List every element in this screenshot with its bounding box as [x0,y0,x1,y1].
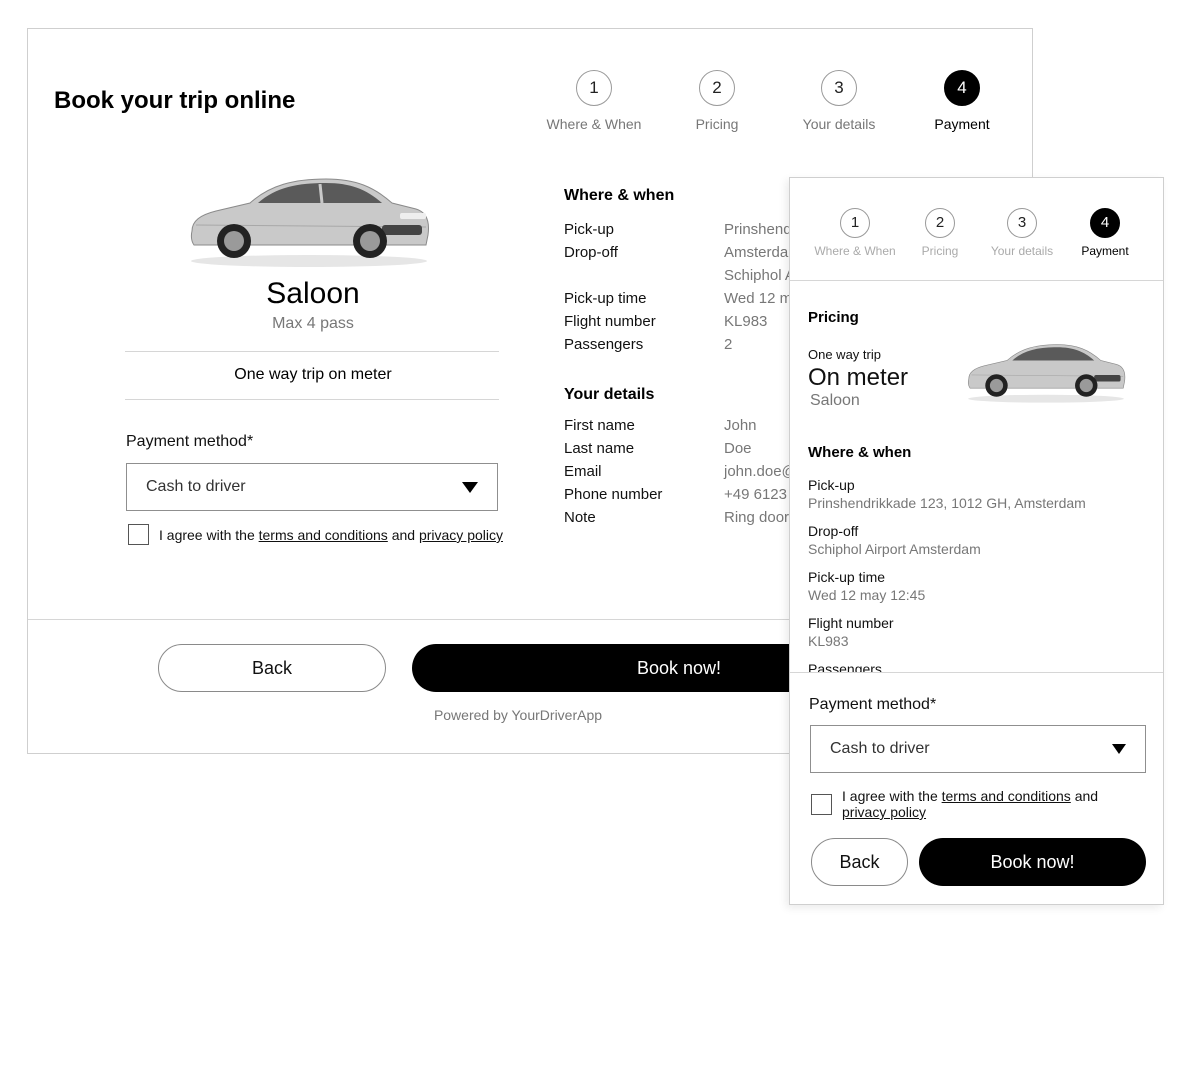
privacy-link[interactable]: privacy policy [842,804,926,820]
step-where-when[interactable]: 1 Where & When [810,208,900,258]
flight-number-value: KL983 [808,633,849,649]
passengers-label: Passengers [564,336,644,353]
agree-and: and [387,527,419,543]
pricing-heading: Pricing [808,309,859,326]
step-pricing[interactable]: 2 Pricing [677,70,757,132]
step-payment[interactable]: 4 Payment [922,70,1002,132]
back-button[interactable]: Back [811,838,908,886]
divider [790,280,1163,281]
pickup-label: Pick-up [808,477,855,493]
mobile-booking-card: 1 Where & When 2 Pricing 3 Your details … [789,177,1164,905]
step-label: Payment [934,116,990,132]
payment-method-label: Payment method* [809,696,937,713]
step-number: 4 [1090,208,1120,238]
agree-checkbox[interactable] [128,524,149,545]
last-name-value: Doe [724,440,752,457]
step-label: Pricing [695,116,739,132]
agree-text: I agree with the terms and conditions an… [842,788,1142,820]
car-name: Saloon [266,277,360,310]
step-label: Where & When [546,116,642,132]
dropoff-label: Drop-off [808,523,859,539]
step-number: 3 [1007,208,1037,238]
pickup-value: Prinshend [724,221,792,238]
divider [125,399,499,400]
pickup-label: Pick-up [564,221,615,238]
passengers-label: Passengers [808,661,882,672]
note-label: Note [564,509,596,526]
agree-checkbox[interactable] [811,794,832,815]
car-image [190,178,429,267]
payment-method-value: Cash to driver [146,478,246,495]
fare-type: On meter [808,364,909,391]
car-capacity: Max 4 pass [272,315,354,332]
email-label: Email [564,463,602,480]
agree-and: and [1070,788,1099,804]
step-number: 4 [944,70,980,106]
step-number: 2 [925,208,955,238]
terms-link[interactable]: terms and conditions [259,527,388,543]
step-your-details[interactable]: 3 Your details [794,70,884,132]
pickup-value: Prinshendrikkade 123, 1012 GH, Amsterdam [808,495,1086,511]
pickup-time-label: Pick-up time [564,290,647,307]
car-image [968,344,1126,403]
phone-label: Phone number [564,486,663,503]
book-now-button[interactable]: Book now! [919,838,1146,886]
where-when-heading: Where & when [564,187,675,204]
flight-number-label: Flight number [808,615,894,631]
passengers-clip: Passengers [790,656,1163,672]
step-pricing[interactable]: 2 Pricing [910,208,970,258]
agree-prefix: I agree with the [159,527,259,543]
step-number: 1 [840,208,870,238]
note-value: Ring doorb [724,509,798,526]
where-when-heading: Where & when [808,444,912,461]
flight-number-value: KL983 [724,313,768,330]
pickup-time-label: Pick-up time [808,569,886,585]
back-button[interactable]: Back [158,644,386,692]
step-your-details[interactable]: 3 Your details [986,208,1058,258]
phone-value: +49 6123 [724,486,787,503]
dropoff-value: Schiphol Airport Amsterdam [808,541,981,557]
chevron-down-icon [1112,744,1126,754]
step-label: Your details [802,116,876,132]
last-name-label: Last name [564,440,635,457]
divider [125,351,499,352]
trip-description: One way trip on meter [234,366,392,383]
pickup-time-value: Wed 12 m [724,290,793,307]
first-name-value: John [724,417,757,434]
step-label: Where & When [814,244,896,258]
agree-prefix: I agree with the [842,788,942,804]
car-name: Saloon [810,392,860,409]
passengers-value: 2 [724,336,733,353]
divider [790,672,1163,673]
pickup-time-value: Wed 12 may 12:45 [808,587,926,603]
step-number: 3 [821,70,857,106]
agree-text: I agree with the terms and conditions an… [159,527,503,543]
your-details-heading: Your details [564,386,655,403]
email-value: john.doe@ [724,463,797,480]
first-name-label: First name [564,417,635,434]
chevron-down-icon [462,482,478,493]
step-label: Your details [990,244,1054,258]
flight-number-label: Flight number [564,313,656,330]
page-title: Book your trip online [54,87,296,114]
terms-link[interactable]: terms and conditions [942,788,1071,804]
dropoff-label: Drop-off [564,244,618,261]
payment-method-label: Payment method* [126,433,254,450]
trip-type: One way trip [808,347,881,362]
payment-method-select[interactable]: Cash to driver [126,463,498,511]
dropoff-value-line2: Schiphol A [724,267,795,284]
step-payment[interactable]: 4 Payment [1076,208,1134,258]
step-label: Pricing [921,244,959,258]
step-label: Payment [1081,244,1129,258]
payment-method-select[interactable]: Cash to driver [810,725,1146,773]
step-number: 2 [699,70,735,106]
privacy-link[interactable]: privacy policy [419,527,503,543]
powered-by: Powered by YourDriverApp [433,707,603,723]
step-number: 1 [576,70,612,106]
step-where-when[interactable]: 1 Where & When [544,70,644,132]
payment-method-value: Cash to driver [830,740,930,757]
dropoff-value: Amsterda [724,244,789,261]
